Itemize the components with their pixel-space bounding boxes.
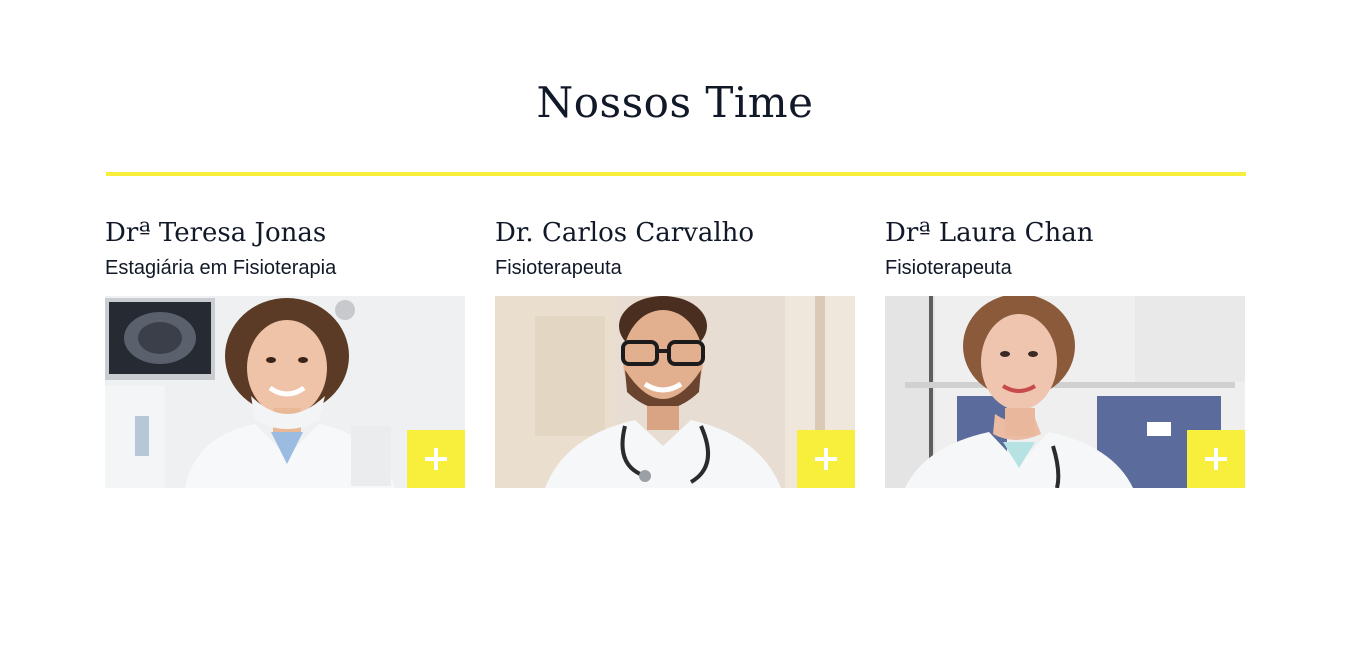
team-member-photo <box>885 296 1245 488</box>
team-member-role: Fisioterapeuta <box>495 257 622 279</box>
team-member-name: Dr. Carlos Carvalho <box>495 218 755 248</box>
team-card-carlos-carvalho: Dr. Carlos Carvalho Fisioterapeuta <box>495 212 855 488</box>
section-divider <box>106 172 1246 176</box>
team-member-name: Drª Laura Chan <box>885 218 1094 248</box>
team-member-role: Estagiária em Fisioterapia <box>105 257 337 279</box>
team-card-laura-chan: Drª Laura Chan Fisioterapeuta <box>885 212 1245 488</box>
section-title: Nossos Time <box>536 78 814 127</box>
team-member-role: Fisioterapeuta <box>885 257 1012 279</box>
plus-button[interactable] <box>407 430 465 488</box>
team-member-photo <box>495 296 855 488</box>
team-member-photo <box>105 296 465 488</box>
plus-button[interactable] <box>1187 430 1245 488</box>
plus-button[interactable] <box>797 430 855 488</box>
team-card-teresa-jonas: Drª Teresa Jonas Estagiária em Fisiotera… <box>105 212 465 488</box>
team-member-name: Drª Teresa Jonas <box>105 218 327 248</box>
